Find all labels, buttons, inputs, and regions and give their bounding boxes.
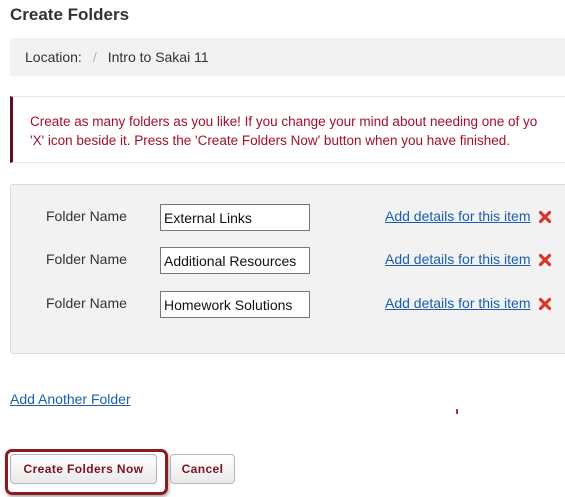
instruction-message: Create as many folders as you like! If y… — [10, 96, 565, 163]
folder-row: Folder Name Add details for this item — [11, 247, 565, 277]
folder-name-input[interactable] — [160, 204, 310, 231]
folder-list-panel: Folder Name Add details for this item Fo… — [10, 184, 565, 354]
breadcrumb-current: Intro to Sakai 11 — [107, 49, 209, 65]
folder-name-label: Folder Name — [46, 251, 127, 267]
create-folders-page: Create Folders Location: / Intro to Saka… — [0, 0, 565, 497]
page-title: Create Folders — [10, 5, 130, 24]
add-details-link[interactable]: Add details for this item — [385, 208, 531, 224]
folder-row: Folder Name Add details for this item — [11, 204, 565, 234]
folder-name-label: Folder Name — [46, 208, 127, 224]
instruction-line-1: Create as many folders as you like! If y… — [30, 114, 538, 129]
folder-row: Folder Name Add details for this item — [11, 291, 565, 321]
folder-name-label: Folder Name — [46, 295, 127, 311]
instruction-line-2: 'X' icon beside it. Press the 'Create Fo… — [30, 133, 511, 148]
add-another-folder-link[interactable]: Add Another Folder — [10, 391, 131, 407]
folder-name-input[interactable] — [160, 291, 310, 318]
close-x-icon[interactable] — [538, 297, 552, 311]
folder-name-input[interactable] — [160, 247, 310, 274]
close-x-icon[interactable] — [538, 210, 552, 224]
add-details-link[interactable]: Add details for this item — [385, 251, 531, 267]
breadcrumb-location-label: Location: — [25, 49, 82, 65]
stray-mark — [456, 409, 458, 414]
breadcrumb: Location: / Intro to Sakai 11 — [10, 38, 565, 76]
create-folders-now-button[interactable]: Create Folders Now — [10, 454, 157, 484]
breadcrumb-separator: / — [92, 49, 97, 65]
add-details-link[interactable]: Add details for this item — [385, 295, 531, 311]
close-x-icon[interactable] — [538, 253, 552, 267]
cancel-button[interactable]: Cancel — [170, 454, 235, 484]
